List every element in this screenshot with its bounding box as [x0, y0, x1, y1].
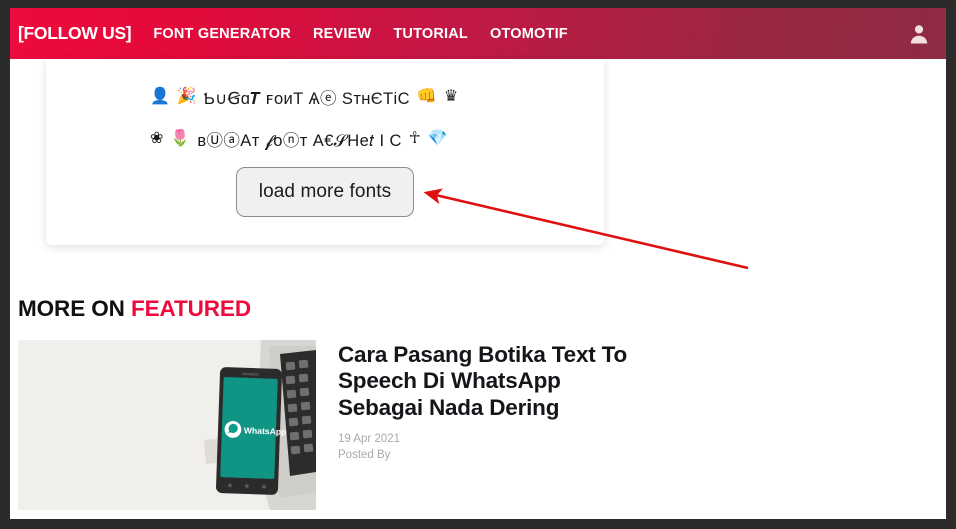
- svg-text:WhatsApp: WhatsApp: [244, 425, 287, 436]
- post-meta: 19 Apr 2021 Posted By: [338, 431, 638, 464]
- font-result-row[interactable]: ❀ 🌷 вⓊⓐΑт 𝓯οⓝт Α€𝓢𝒣Не𝑡 Ι С ☥ 💎: [150, 127, 448, 151]
- section-heading-more-on-featured: MORE ON FEATURED: [18, 296, 251, 322]
- post-thumbnail[interactable]: WhatsApp: [18, 340, 316, 510]
- nav-link-font-generator[interactable]: FONT GENERATOR: [153, 26, 291, 42]
- post-title[interactable]: Cara Pasang Botika Text To Speech Di Wha…: [338, 342, 638, 421]
- font-result-text: Ƅ∪Ꞡɑ𝑻 ꜰоиТ Ѧⓔ ЅтʜЄТіϹ: [204, 85, 410, 109]
- nav-link-tutorial[interactable]: TUTORIAL: [393, 26, 468, 42]
- floral-ornament-icon: ❀: [150, 131, 163, 147]
- page-viewport: [FOLLOW US] FONT GENERATOR REVIEW TUTORI…: [10, 8, 946, 519]
- gem-stone-icon: 💎: [428, 131, 448, 147]
- crown-icon: ♛: [444, 89, 458, 105]
- section-heading-prefix: MORE ON: [18, 296, 131, 321]
- nav-link-otomotif[interactable]: OTOMOTIF: [490, 26, 568, 42]
- fist-icon: 👊: [417, 89, 437, 105]
- featured-post-item: WhatsApp Cara Pasang Botika Text To Spee…: [18, 340, 938, 510]
- bust-silhouette-icon: 👤: [150, 89, 170, 105]
- nav-links: FONT GENERATOR REVIEW TUTORIAL OTOMOTIF: [153, 26, 906, 42]
- nav-brand-follow-us[interactable]: [FOLLOW US]: [18, 23, 131, 44]
- tulip-icon: 🌷: [170, 131, 190, 147]
- user-account-icon[interactable]: [906, 21, 932, 47]
- font-result-row[interactable]: 👤 🎉 Ƅ∪Ꞡɑ𝑻 ꜰоиТ Ѧⓔ ЅтʜЄТіϹ 👊 ♛: [150, 85, 458, 109]
- post-author-label: Posted By: [338, 447, 638, 463]
- font-result-text: вⓊⓐΑт 𝓯οⓝт Α€𝓢𝒣Не𝑡 Ι С: [197, 127, 401, 151]
- section-heading-accent: FEATURED: [131, 296, 251, 321]
- party-popper-icon: 🎉: [177, 89, 197, 105]
- post-body: Cara Pasang Botika Text To Speech Di Wha…: [338, 340, 638, 510]
- browser-frame: [FOLLOW US] FONT GENERATOR REVIEW TUTORI…: [0, 0, 956, 529]
- nav-link-review[interactable]: REVIEW: [313, 26, 371, 42]
- post-date: 19 Apr 2021: [338, 431, 638, 447]
- ornament-icon: ☥: [409, 131, 421, 147]
- load-more-wrapper: load more fonts: [46, 167, 604, 217]
- site-navbar: [FOLLOW US] FONT GENERATOR REVIEW TUTORI…: [10, 8, 946, 59]
- load-more-fonts-button[interactable]: load more fonts: [236, 167, 414, 217]
- font-results-card: 👤 🎉 Ƅ∪Ꞡɑ𝑻 ꜰоиТ Ѧⓔ ЅтʜЄТіϹ 👊 ♛ ❀ 🌷 вⓊⓐΑт …: [46, 59, 604, 245]
